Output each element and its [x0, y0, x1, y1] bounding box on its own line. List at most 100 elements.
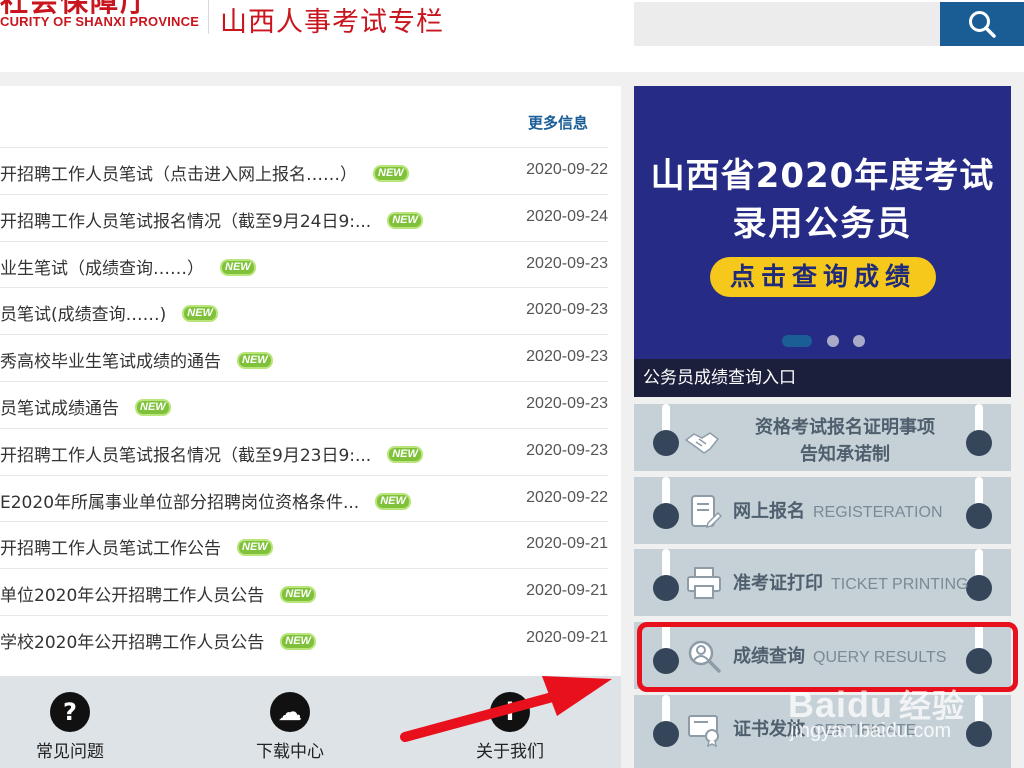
- news-row[interactable]: 秀高校毕业生笔试成绩的通告 NEW 2020-09-23: [0, 334, 608, 381]
- form-icon: [691, 495, 722, 529]
- download-nav-item[interactable]: ☁ 下载中心: [220, 676, 360, 768]
- news-title[interactable]: 单位2020年公开招聘工作人员公告 NEW: [0, 581, 314, 606]
- news-date: 2020-09-23: [526, 301, 608, 319]
- news-title[interactable]: 秀高校毕业生笔试成绩的通告 NEW: [0, 347, 271, 372]
- news-title-text[interactable]: 员笔试成绩通告: [0, 399, 119, 419]
- printer-icon: [687, 567, 721, 599]
- news-title[interactable]: 员笔试成绩通告 NEW: [0, 394, 169, 419]
- bottom-nav: ? 常见问题 ☁ 下载中心 i 关于我们: [0, 676, 621, 768]
- info-icon: i: [490, 692, 530, 732]
- news-row[interactable]: 员笔试成绩通告 NEW 2020-09-23: [0, 380, 608, 428]
- news-row[interactable]: 开招聘工作人员笔试报名情况（截至9月24日9:... NEW 2020-09-24: [0, 193, 608, 241]
- question-icon: ?: [50, 692, 90, 732]
- service-qualification-commitment[interactable]: 资格考试报名证明事项 告知承诺制: [634, 404, 1011, 471]
- service-admission-ticket[interactable]: 准考证打印 TICKET PRINTING: [634, 549, 1011, 616]
- service-title-cn: 网上报名: [733, 501, 805, 522]
- news-title[interactable]: 开招聘工作人员笔试报名情况（截至9月24日9:... NEW: [0, 207, 421, 232]
- watermark-brand: Baidu: [788, 684, 894, 725]
- carousel-dot[interactable]: [853, 335, 865, 347]
- banner-headline-1: 山西省2020年度考试: [650, 156, 995, 196]
- news-date: 2020-09-24: [526, 207, 608, 225]
- service-title-en: TICKET PRINTING: [831, 576, 969, 593]
- binder-ring: [966, 575, 992, 601]
- news-row[interactable]: 开招聘工作人员笔试报名情况（截至9月23日9:... NEW 2020-09-23: [0, 427, 608, 475]
- binder-ring: [966, 503, 992, 529]
- new-badge-icon: NEW: [184, 307, 216, 321]
- faq-nav-item[interactable]: ? 常见问题: [0, 676, 140, 768]
- news-title-text[interactable]: 开招聘工作人员笔试（点击进入网上报名……）: [0, 165, 357, 185]
- news-title[interactable]: 员笔试(成绩查询……) NEW: [0, 300, 216, 325]
- news-row[interactable]: 开招聘工作人员笔试工作公告 NEW 2020-09-21: [0, 521, 608, 568]
- news-title-text[interactable]: 开招聘工作人员笔试报名情况（截至9月24日9:...: [0, 212, 371, 232]
- carousel-dot-active[interactable]: [782, 335, 812, 347]
- site-header: 社会保障厅 CURITY OF SHANXI PROVINCE 山西人事考试专栏: [0, 0, 1024, 72]
- news-title-text[interactable]: 单位2020年公开招聘工作人员公告: [0, 586, 264, 606]
- watermark-brand-cn: 经验: [899, 688, 966, 724]
- news-title-text[interactable]: 秀高校毕业生笔试成绩的通告: [0, 352, 221, 372]
- download-label: 下载中心: [256, 742, 324, 762]
- score-query-banner[interactable]: 山西省2020年度考试 录用公务员 点击查询成绩 公务员成绩查询入口: [634, 86, 1011, 397]
- new-badge-icon: NEW: [375, 167, 407, 180]
- news-date: 2020-09-23: [526, 254, 608, 272]
- new-badge-icon: NEW: [282, 634, 314, 648]
- news-title-text[interactable]: 业生笔试（成绩查询……）: [0, 259, 204, 279]
- service-title-line1: 资格考试报名证明事项: [755, 417, 935, 438]
- watermark-url: jingyan.baidu.com: [790, 720, 952, 742]
- more-info-link[interactable]: 更多信息: [528, 112, 588, 133]
- new-badge-icon: NEW: [282, 588, 314, 602]
- column-title[interactable]: 山西人事考试专栏: [220, 0, 444, 39]
- news-date: 2020-09-23: [526, 348, 608, 366]
- service-title: 准考证打印 TICKET PRINTING: [733, 569, 969, 595]
- banner-query-button[interactable]: 点击查询成绩: [710, 257, 936, 297]
- news-title[interactable]: E2020年所属事业单位部分招聘岗位资格条件... NEW: [0, 488, 409, 513]
- news-title-text[interactable]: 员笔试(成绩查询……): [0, 305, 166, 325]
- service-title-line2: 告知承诺制: [800, 444, 890, 465]
- news-title[interactable]: 开招聘工作人员笔试报名情况（截至9月23日9:... NEW: [0, 441, 421, 466]
- news-date: 2020-09-21: [526, 582, 608, 600]
- news-date: 2020-09-21: [526, 535, 608, 553]
- news-title-text[interactable]: 学校2020年公开招聘工作人员公告: [0, 633, 264, 653]
- news-date: 2020-09-22: [526, 488, 608, 506]
- news-list: 开招聘工作人员笔试（点击进入网上报名……） NEW 2020-09-22 开招聘工作人…: [0, 147, 608, 662]
- service-title-en: REGISTERATION: [813, 504, 943, 521]
- about-label: 关于我们: [476, 742, 544, 762]
- new-badge-icon: NEW: [239, 354, 271, 368]
- carousel-dot[interactable]: [827, 335, 839, 347]
- news-row[interactable]: 学校2020年公开招聘工作人员公告 NEW 2020-09-21: [0, 614, 608, 662]
- logo-en-text: CURITY OF SHANXI PROVINCE: [0, 14, 200, 29]
- news-title[interactable]: 业生笔试（成绩查询……） NEW: [0, 254, 254, 279]
- news-row[interactable]: E2020年所属事业单位部分招聘岗位资格条件... NEW 2020-09-22: [0, 474, 608, 522]
- news-row[interactable]: 开招聘工作人员笔试（点击进入网上报名……） NEW 2020-09-22: [0, 147, 608, 194]
- new-badge-icon: NEW: [389, 447, 421, 461]
- search-input[interactable]: [634, 2, 940, 46]
- binder-ring: [653, 721, 679, 747]
- new-badge-icon: NEW: [137, 400, 169, 414]
- binder-ring: [653, 503, 679, 529]
- about-nav-item[interactable]: i 关于我们: [440, 676, 580, 768]
- news-title-text[interactable]: 开招聘工作人员笔试报名情况（截至9月23日9:...: [0, 446, 371, 466]
- service-title: 资格考试报名证明事项 告知承诺制: [634, 414, 1011, 468]
- news-date: 2020-09-22: [526, 161, 608, 178]
- news-title-text[interactable]: E2020年所属事业单位部分招聘岗位资格条件...: [0, 493, 359, 513]
- service-online-registration[interactable]: 网上报名 REGISTERATION: [634, 477, 1011, 544]
- banner-headline-2: 录用公务员: [732, 204, 913, 244]
- cloud-download-icon: ☁: [270, 692, 310, 732]
- service-title: 网上报名 REGISTERATION: [733, 497, 943, 523]
- logo-divider: [208, 0, 209, 34]
- certificate-icon: [688, 715, 719, 747]
- banner-caption: 公务员成绩查询入口: [634, 359, 1011, 397]
- binder-ring: [966, 721, 992, 747]
- news-row[interactable]: 单位2020年公开招聘工作人员公告 NEW 2020-09-21: [0, 568, 608, 615]
- news-title[interactable]: 开招聘工作人员笔试工作公告 NEW: [0, 534, 271, 559]
- news-title-text[interactable]: 开招聘工作人员笔试工作公告: [0, 539, 221, 559]
- faq-label: 常见问题: [36, 742, 104, 762]
- search-button[interactable]: [940, 2, 1024, 46]
- news-title[interactable]: 开招聘工作人员笔试（点击进入网上报名……） NEW: [0, 160, 407, 185]
- news-title[interactable]: 学校2020年公开招聘工作人员公告 NEW: [0, 628, 314, 653]
- new-badge-icon: NEW: [377, 494, 409, 508]
- new-badge-icon: NEW: [239, 541, 271, 555]
- news-row[interactable]: 员笔试(成绩查询……) NEW 2020-09-23: [0, 287, 608, 334]
- service-title-cn: 准考证打印: [733, 573, 823, 594]
- news-row[interactable]: 业生笔试（成绩查询……） NEW 2020-09-23: [0, 240, 608, 288]
- news-date: 2020-09-23: [526, 394, 608, 412]
